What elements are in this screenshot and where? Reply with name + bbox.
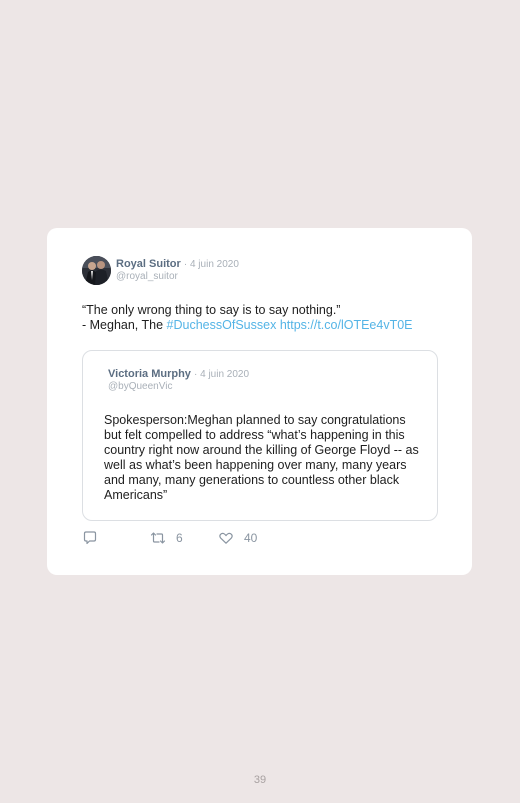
- retweet-icon: [150, 532, 166, 544]
- tweet-card: Royal Suitor · 4 juin 2020 @royal_suitor…: [47, 228, 472, 575]
- tweet-author-line: Royal Suitor · 4 juin 2020: [116, 258, 239, 271]
- author-handle[interactable]: @royal_suitor: [116, 271, 178, 283]
- tweet-text: “The only wrong thing to say is to say n…: [82, 303, 452, 333]
- avatar[interactable]: [82, 256, 111, 285]
- retweet-button[interactable]: 6: [150, 530, 183, 546]
- url-link[interactable]: https://t.co/lOTEe4vT0E: [280, 318, 413, 332]
- quoted-author-handle[interactable]: @byQueenVic: [108, 381, 172, 393]
- author-name[interactable]: Royal Suitor: [116, 258, 181, 270]
- hashtag-link[interactable]: #DuchessOfSussex: [167, 318, 277, 332]
- tweet-date[interactable]: · 4 juin 2020: [184, 259, 239, 270]
- tweet-text-prefix: - Meghan, The: [82, 318, 167, 332]
- quoted-tweet-text: Spokesperson:Meghan planned to say congr…: [104, 413, 419, 502]
- tweet-text-line: - Meghan, The #DuchessOfSussex https://t…: [82, 318, 452, 333]
- page-number: 39: [253, 774, 267, 786]
- tweet-text-line: “The only wrong thing to say is to say n…: [82, 303, 341, 317]
- retweet-count: 6: [176, 531, 183, 545]
- like-button[interactable]: 40: [218, 530, 257, 546]
- like-count: 40: [244, 531, 258, 545]
- heart-icon: [219, 532, 233, 544]
- quoted-tweet-card[interactable]: Victoria Murphy · 4 juin 2020 @byQueenVi…: [82, 350, 438, 521]
- reply-icon: [83, 531, 97, 545]
- reply-button[interactable]: [82, 530, 98, 546]
- quoted-author-name[interactable]: Victoria Murphy: [108, 368, 191, 380]
- quoted-author-line: Victoria Murphy · 4 juin 2020: [108, 368, 249, 381]
- quoted-tweet-date[interactable]: · 4 juin 2020: [194, 369, 249, 380]
